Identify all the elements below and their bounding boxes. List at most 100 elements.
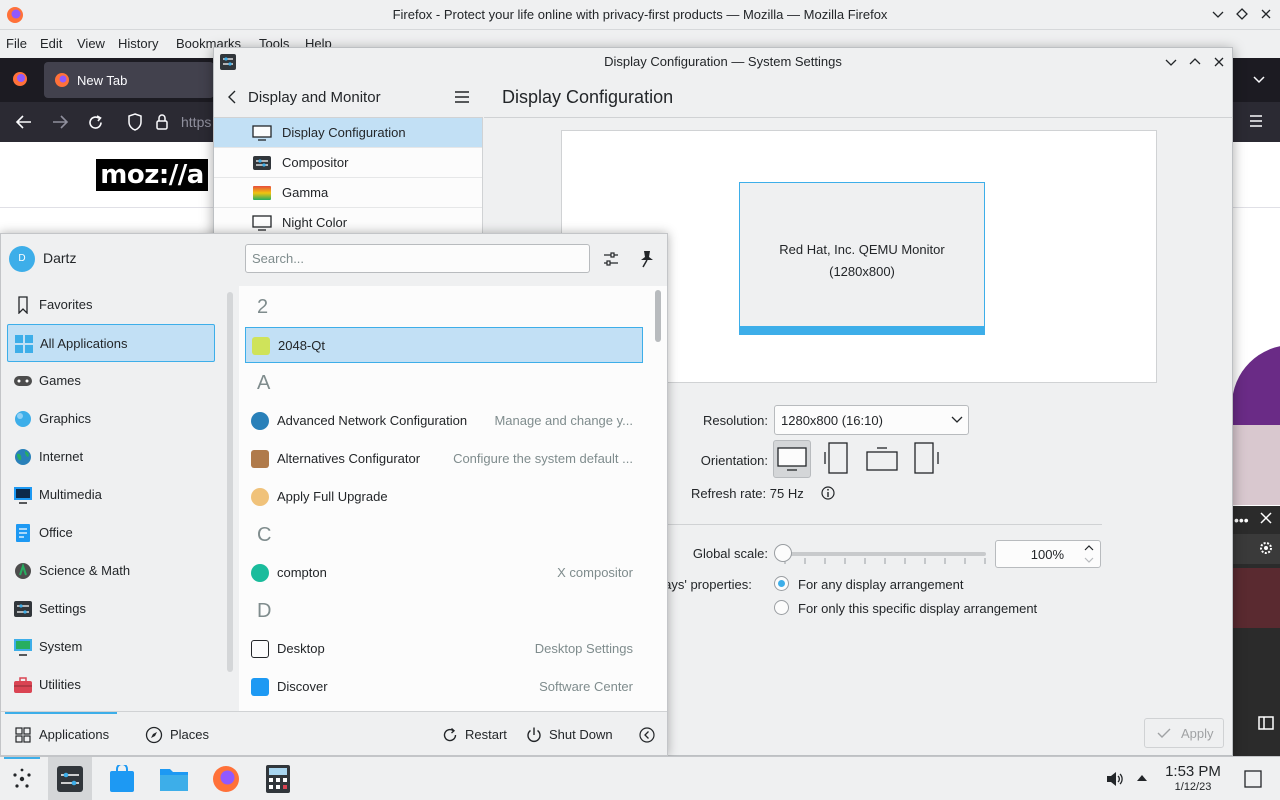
category-all-applications[interactable]: All Applications: [7, 324, 215, 362]
menu-edit[interactable]: Edit: [40, 36, 62, 51]
radio-specific-arrangement[interactable]: [774, 600, 789, 615]
app-item-2048-qt[interactable]: 2048-Qt: [245, 327, 643, 363]
sidebar-item-display-configuration[interactable]: Display Configuration: [214, 118, 482, 148]
shutdown-button[interactable]: Shut Down: [549, 727, 613, 742]
sidebar-item-gamma[interactable]: Gamma: [214, 178, 482, 208]
gear-icon[interactable]: [1258, 540, 1274, 556]
spin-up-icon[interactable]: [1084, 544, 1094, 552]
clock-time[interactable]: 1:53 PM: [1160, 763, 1226, 780]
category-graphics[interactable]: Graphics: [7, 400, 215, 438]
category-label: Multimedia: [39, 487, 102, 502]
avatar[interactable]: D: [9, 246, 35, 272]
app-name: Alternatives Configurator: [277, 451, 421, 466]
maximize-icon[interactable]: [1235, 7, 1249, 21]
places-tab[interactable]: Places: [170, 727, 209, 742]
close-icon[interactable]: [1212, 55, 1226, 69]
resolution-select[interactable]: 1280x800 (16:10): [774, 405, 969, 435]
orientation-landscape-button[interactable]: [773, 440, 811, 478]
apply-button[interactable]: Apply: [1144, 718, 1224, 748]
page-title: Display Configuration: [502, 87, 674, 107]
taskbar-firefox[interactable]: [204, 757, 248, 800]
category-settings[interactable]: Settings: [7, 590, 215, 628]
app-name: Apply Full Upgrade: [277, 489, 388, 504]
applications-tab-indicator: [5, 712, 117, 714]
clock-date[interactable]: 1/12/23: [1160, 781, 1226, 793]
category-utilities[interactable]: Utilities: [7, 666, 215, 704]
lock-icon[interactable]: [155, 113, 169, 131]
radio-specific-label[interactable]: For only this specific display arrangeme…: [798, 601, 1037, 616]
maximize-icon[interactable]: [1188, 55, 1202, 69]
category-office[interactable]: Office: [7, 514, 215, 552]
close-icon[interactable]: [1260, 512, 1272, 524]
spin-down-icon[interactable]: [1084, 556, 1094, 564]
hamburger-menu-icon[interactable]: [454, 91, 470, 103]
back-icon[interactable]: [15, 114, 33, 130]
taskbar-file-manager[interactable]: [152, 757, 196, 800]
forward-icon[interactable]: [51, 114, 69, 130]
firefox-tab-icon: [54, 72, 70, 88]
taskbar-system-settings[interactable]: [48, 757, 92, 800]
radio-any-arrangement[interactable]: [774, 576, 789, 591]
app-name: Advanced Network Configuration: [277, 413, 468, 428]
orientation-inverted-button[interactable]: [863, 440, 901, 478]
category-favorites[interactable]: Favorites: [7, 286, 215, 324]
search-input[interactable]: [246, 245, 589, 272]
show-desktop-icon[interactable]: [1244, 770, 1262, 788]
app-item-advanced-network-configuration[interactable]: Advanced Network Configuration Manage an…: [245, 403, 643, 439]
global-scale-slider[interactable]: [784, 552, 986, 556]
applications-tab[interactable]: Applications: [39, 727, 109, 742]
restart-button[interactable]: Restart: [465, 727, 507, 742]
global-scale-slider-handle[interactable]: [774, 544, 792, 562]
network-icon: [251, 412, 269, 430]
category-science-math[interactable]: Science & Math: [7, 552, 215, 590]
shield-icon[interactable]: [127, 113, 143, 131]
menu-history[interactable]: History: [118, 36, 158, 51]
app-item-apply-full-upgrade[interactable]: Apply Full Upgrade: [245, 479, 643, 515]
taskbar-discover[interactable]: [100, 757, 144, 800]
app-menu-icon[interactable]: [1249, 115, 1263, 127]
tray-expand-icon[interactable]: [1136, 773, 1148, 783]
list-tabs-icon[interactable]: [1252, 72, 1266, 86]
category-games[interactable]: Games: [7, 362, 215, 400]
configure-icon[interactable]: [602, 250, 620, 268]
sidebar-item-compositor[interactable]: Compositor: [214, 148, 482, 178]
calculator-icon: [265, 764, 291, 794]
minimize-icon[interactable]: [1211, 7, 1225, 21]
app-launcher-button[interactable]: [0, 757, 44, 800]
orientation-portrait-left-button[interactable]: [818, 440, 856, 478]
section-header: 2: [257, 296, 269, 318]
taskbar-calculator[interactable]: [256, 757, 300, 800]
power-icon: [525, 726, 543, 744]
global-scale-spinbox[interactable]: 100%: [995, 540, 1101, 568]
background-dark-window: •••: [1230, 506, 1280, 756]
sidebar-icon[interactable]: [1258, 716, 1274, 730]
menu-view[interactable]: View: [77, 36, 105, 51]
info-icon[interactable]: [821, 486, 835, 500]
volume-icon[interactable]: [1105, 770, 1123, 788]
monitor-output-tile[interactable]: Red Hat, Inc. QEMU Monitor (1280x800): [739, 182, 985, 335]
orientation-portrait-right-button[interactable]: [908, 440, 946, 478]
search-field[interactable]: [245, 244, 590, 273]
back-icon[interactable]: [226, 89, 238, 105]
categories-scrollbar[interactable]: [227, 292, 233, 672]
more-icon[interactable]: •••: [1234, 512, 1249, 528]
category-multimedia[interactable]: Multimedia: [7, 476, 215, 514]
pin-icon[interactable]: [639, 250, 655, 268]
category-internet[interactable]: Internet: [7, 438, 215, 476]
app-item-discover[interactable]: Discover Software Center: [245, 669, 643, 705]
reload-icon[interactable]: [87, 114, 104, 131]
tab-new-tab[interactable]: New Tab: [44, 62, 214, 98]
app-item-alternatives-configurator[interactable]: Alternatives Configurator Configure the …: [245, 441, 643, 477]
url-text[interactable]: https: [181, 114, 211, 130]
menu-file[interactable]: File: [6, 36, 27, 51]
leave-menu-icon[interactable]: [638, 726, 656, 744]
firefox-view-icon[interactable]: [11, 70, 29, 88]
close-icon[interactable]: [1259, 7, 1273, 21]
app-item-desktop[interactable]: Desktop Desktop Settings: [245, 631, 643, 667]
apps-scrollbar[interactable]: [655, 290, 661, 342]
app-item-compton[interactable]: compton X compositor: [245, 555, 643, 591]
radio-any-label[interactable]: For any display arrangement: [798, 577, 963, 592]
minimize-icon[interactable]: [1164, 55, 1178, 69]
mozilla-logo[interactable]: moz://a: [96, 159, 208, 191]
category-system[interactable]: System: [7, 628, 215, 666]
